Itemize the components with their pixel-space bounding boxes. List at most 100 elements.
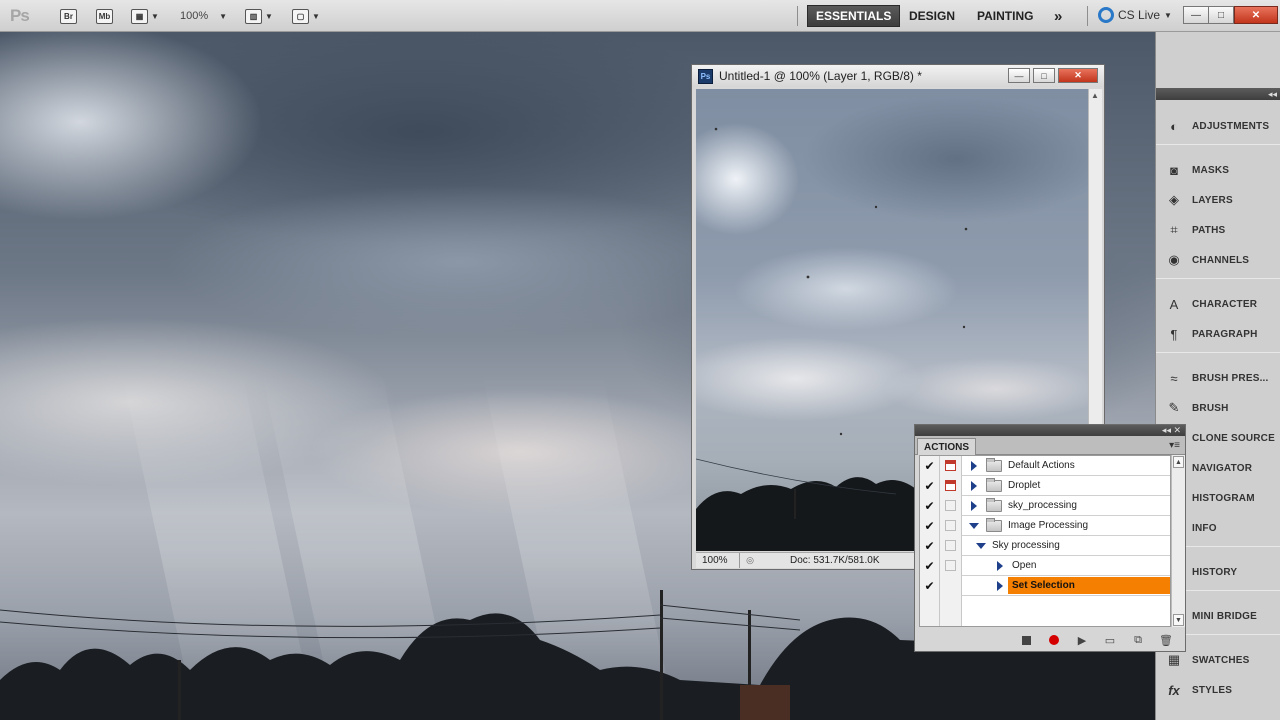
stop-button[interactable] <box>1019 633 1033 647</box>
dock-layers[interactable]: ◈ LAYERS <box>1156 186 1280 214</box>
cs-live-label: CS Live <box>1118 8 1161 22</box>
toggle-dialog-checkbox[interactable] <box>940 535 962 556</box>
action-set-row[interactable]: ✔ Default Actions <box>920 456 1170 476</box>
delete-button[interactable]: 🗑 <box>1159 633 1173 647</box>
document-size-info[interactable]: Doc: 531.7K/581.0K <box>790 555 880 566</box>
toggle-dialog-checkbox[interactable] <box>940 515 962 536</box>
dock-item-label: SWATCHES <box>1192 654 1250 666</box>
cs-live-menu[interactable]: CS Live ▼ <box>1098 7 1172 23</box>
dock-item-label: CHARACTER <box>1192 298 1258 310</box>
dock-item-label: BRUSH PRES... <box>1192 372 1269 384</box>
view-extras-dropdown[interactable]: ▦ ▼ <box>131 7 159 25</box>
launch-mini-bridge-button[interactable]: Mb <box>96 7 113 25</box>
expand-triangle[interactable] <box>962 500 986 511</box>
brush-icon: ✎ <box>1168 400 1180 415</box>
document-title: Untitled-1 @ 100% (Layer 1, RGB/8) * <box>719 69 922 83</box>
toggle-item-checkbox[interactable]: ✔ <box>920 575 940 596</box>
document-close-button[interactable]: ✕ <box>1058 68 1098 83</box>
expand-triangle[interactable] <box>962 480 986 491</box>
new-set-button[interactable]: ▭ <box>1103 633 1117 647</box>
action-set-row[interactable]: ✔ Image Processing <box>920 515 1170 536</box>
empty-column <box>920 596 940 626</box>
toggle-dialog-checkbox[interactable] <box>940 555 962 576</box>
scroll-up-icon[interactable]: ▲ <box>1091 91 1099 100</box>
arrange-documents-icon: ▥ <box>245 8 262 24</box>
character-icon: A <box>1169 296 1179 312</box>
tab-actions[interactable]: ACTIONS <box>917 438 976 455</box>
toggle-dialog-checkbox[interactable] <box>940 495 962 516</box>
screen-mode-dropdown[interactable]: ▢ ▼ <box>292 7 320 25</box>
triangle-down-icon <box>976 542 986 549</box>
triangle-right-icon <box>971 500 977 511</box>
workspace-overflow-button[interactable]: » <box>1046 5 1070 27</box>
actions-tab-row: ACTIONS ▾≡ <box>915 436 1185 455</box>
toggle-item-checkbox[interactable]: ✔ <box>920 535 940 556</box>
actions-panel[interactable]: ◂◂ ✕ ACTIONS ▾≡ ✔ Default Actions ✔ Drop… <box>914 424 1186 652</box>
action-label: sky_processing <box>1008 500 1077 511</box>
new-action-button[interactable]: ⧉ <box>1131 633 1145 647</box>
toggle-dialog-checkbox[interactable] <box>940 475 962 496</box>
action-label: Image Processing <box>1008 520 1089 531</box>
record-button[interactable] <box>1047 633 1061 647</box>
triangle-right-icon <box>997 560 1003 571</box>
document-restore-button[interactable]: □ <box>1033 68 1055 83</box>
dock-collapse-button[interactable]: ◂◂ <box>1156 88 1280 100</box>
action-set-row[interactable]: ✔ sky_processing <box>920 495 1170 516</box>
dock-channels[interactable]: ◉ CHANNELS <box>1156 246 1280 274</box>
toggle-item-checkbox[interactable]: ✔ <box>920 495 940 516</box>
close-button[interactable]: ✕ <box>1234 6 1278 24</box>
workspace-essentials[interactable]: ESSENTIALS <box>807 5 901 27</box>
actions-panel-collapse-close[interactable]: ◂◂ ✕ <box>915 425 1185 436</box>
chevron-down-icon: ▼ <box>151 11 159 21</box>
status-options-icon[interactable]: ◎ <box>740 555 760 566</box>
dock-styles[interactable]: fx STYLES <box>1156 676 1280 704</box>
dock-paths[interactable]: ⌗ PATHS <box>1156 216 1280 244</box>
paragraph-icon: ¶ <box>1170 326 1178 342</box>
bridge-icon: Br <box>60 8 77 24</box>
document-minimize-button[interactable]: — <box>1008 68 1030 83</box>
workspace-design[interactable]: DESIGN <box>901 5 963 27</box>
action-step-row[interactable]: ✔ Open <box>920 555 1170 576</box>
dock-character[interactable]: A CHARACTER <box>1156 290 1280 318</box>
dock-brush[interactable]: ✎ BRUSH <box>1156 394 1280 422</box>
dock-paragraph[interactable]: ¶ PARAGRAPH <box>1156 320 1280 348</box>
action-label: Droplet <box>1008 480 1041 491</box>
triangle-down-icon <box>969 522 979 529</box>
expand-triangle[interactable] <box>974 542 988 549</box>
dock-masks[interactable]: ◙ MASKS <box>1156 156 1280 184</box>
trash-icon: 🗑 <box>1159 634 1173 647</box>
restore-button[interactable]: □ <box>1208 6 1234 24</box>
action-set-row[interactable]: ✔ Droplet <box>920 475 1170 496</box>
action-label: Open <box>1012 560 1037 571</box>
folder-icon <box>986 457 1002 472</box>
arrange-documents-dropdown[interactable]: ▥ ▼ <box>245 7 273 25</box>
dock-brush-presets[interactable]: ≈ BRUSH PRES... <box>1156 364 1280 392</box>
status-zoom-field[interactable]: 100% <box>696 553 740 568</box>
panel-menu-icon[interactable]: ▾≡ <box>1169 440 1180 451</box>
paths-icon: ⌗ <box>1170 222 1178 237</box>
action-row[interactable]: ✔ Sky processing <box>920 535 1170 556</box>
expand-triangle[interactable] <box>962 460 986 471</box>
toggle-item-checkbox[interactable]: ✔ <box>920 456 940 476</box>
scroll-up-icon[interactable]: ▲ <box>1173 456 1184 468</box>
toggle-item-checkbox[interactable]: ✔ <box>920 515 940 536</box>
workspace-painting[interactable]: PAINTING <box>969 5 1041 27</box>
scroll-down-icon[interactable]: ▼ <box>1173 614 1184 626</box>
action-step-row-selected[interactable]: ✔ Set Selection <box>920 575 1170 596</box>
actions-scrollbar[interactable]: ▲ ▼ <box>1171 455 1185 627</box>
view-extras-icon: ▦ <box>131 8 148 24</box>
expand-triangle[interactable] <box>994 580 1006 591</box>
expand-triangle[interactable] <box>962 522 986 529</box>
toggle-item-checkbox[interactable]: ✔ <box>920 475 940 496</box>
photoshop-document-icon: Ps <box>698 68 713 84</box>
play-icon: ▶ <box>1077 634 1087 647</box>
dock-item-label: LAYERS <box>1192 194 1233 206</box>
toggle-dialog-checkbox[interactable] <box>940 456 962 476</box>
dock-adjustments[interactable]: ◐ ADJUSTMENTS <box>1156 112 1280 140</box>
launch-bridge-button[interactable]: Br <box>60 7 77 25</box>
expand-triangle[interactable] <box>994 560 1006 571</box>
zoom-level-dropdown[interactable]: 100% ▼ <box>180 7 227 25</box>
toggle-item-checkbox[interactable]: ✔ <box>920 555 940 576</box>
minimize-button[interactable]: — <box>1183 6 1209 24</box>
play-button[interactable]: ▶ <box>1075 633 1089 647</box>
